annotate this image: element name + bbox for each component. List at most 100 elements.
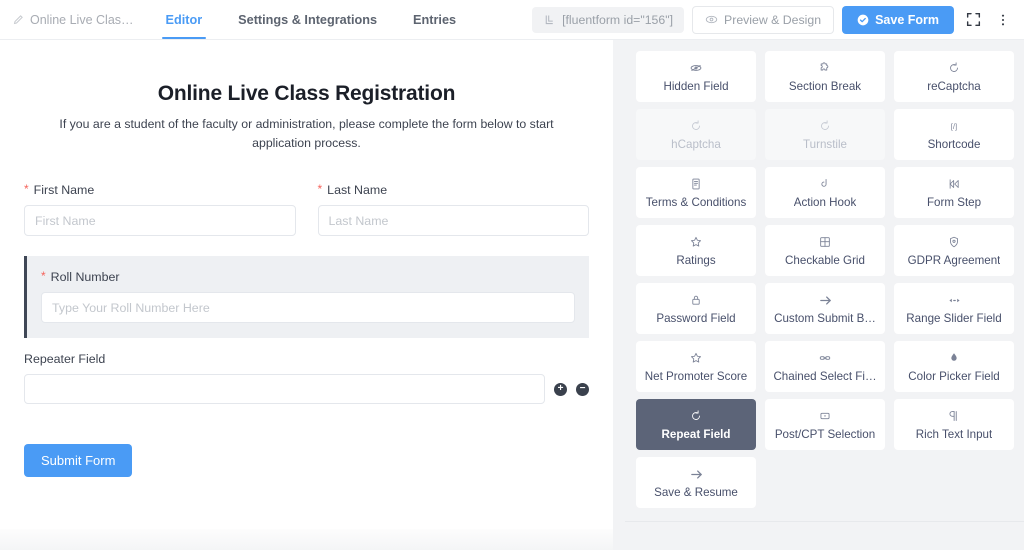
roll-number-label: Roll Number	[51, 270, 120, 284]
field-card-label: Net Promoter Score	[645, 370, 747, 383]
tab-editor-label: Editor	[166, 13, 203, 27]
expand-icon[interactable]	[962, 7, 984, 33]
field-card-label: Rich Text Input	[916, 428, 992, 441]
shield-icon	[947, 235, 961, 250]
field-card-label: hCaptcha	[671, 138, 721, 151]
repeater-field-block[interactable]: Repeater Field + −	[24, 352, 589, 404]
field-card-label: Color Picker Field	[908, 370, 1000, 383]
field-card-label: Password Field	[656, 312, 735, 325]
roll-number-field-block[interactable]: * Roll Number Type Your Roll Number Here	[24, 256, 589, 338]
refresh-icon	[947, 61, 961, 76]
refresh-icon	[818, 119, 832, 134]
field-card-rich-text-input[interactable]: Rich Text Input	[894, 399, 1014, 450]
field-card-recaptcha[interactable]: reCaptcha	[894, 51, 1014, 102]
repeater-input[interactable]	[24, 374, 545, 404]
svg-text:[/]: [/]	[951, 122, 957, 131]
slider-icon	[947, 293, 962, 308]
field-card-repeat-field[interactable]: Repeat Field	[636, 399, 756, 450]
tab-entries[interactable]: Entries	[395, 0, 474, 39]
tab-entries-label: Entries	[413, 13, 456, 27]
required-marker: *	[24, 183, 29, 197]
plus-circle-icon[interactable]: +	[554, 383, 567, 396]
star-icon	[689, 351, 703, 366]
field-card-shortcode[interactable]: [/] Shortcode	[894, 109, 1014, 160]
top-bar: Online Live Clas… Editor Settings & Inte…	[0, 0, 1024, 40]
field-card-label: Action Hook	[794, 196, 857, 209]
last-name-input[interactable]: Last Name	[318, 205, 590, 236]
field-card-hcaptcha: hCaptcha	[636, 109, 756, 160]
required-marker: *	[41, 270, 46, 284]
field-card-terms-conditions[interactable]: Terms & Conditions	[636, 167, 756, 218]
field-card-turnstile: Turnstile	[765, 109, 885, 160]
shortcode-text: [fluentform id="156"]	[562, 13, 673, 27]
hook-icon	[818, 177, 832, 192]
preview-design-button[interactable]: Preview & Design	[692, 6, 834, 34]
arrow-right-icon	[818, 293, 833, 308]
required-marker: *	[318, 183, 323, 197]
droplet-icon	[947, 351, 961, 366]
first-name-label: First Name	[34, 183, 95, 197]
pencil-icon	[12, 14, 24, 26]
puzzle-icon	[818, 61, 832, 76]
form-preview-canvas: Online Live Class Registration If you ar…	[0, 40, 613, 529]
form-name-text: Online Live Clas…	[30, 13, 134, 27]
check-circle-icon	[857, 14, 869, 26]
field-card-action-hook[interactable]: Action Hook	[765, 167, 885, 218]
field-card-label: Checkable Grid	[785, 254, 865, 267]
field-card-label: Section Break	[789, 80, 861, 93]
field-card-post-cpt-selection[interactable]: Post/CPT Selection	[765, 399, 885, 450]
field-card-label: Chained Select Fi…	[773, 370, 876, 383]
first-name-label-row: * First Name	[24, 183, 296, 197]
field-card-checkable-grid[interactable]: Checkable Grid	[765, 225, 885, 276]
paragraph-icon	[947, 409, 961, 424]
name-fields-row: * First Name First Name * Last Name Last…	[24, 183, 589, 236]
field-card-label: Shortcode	[928, 138, 981, 151]
first-name-input[interactable]: First Name	[24, 205, 296, 236]
steps-icon	[947, 177, 961, 192]
field-card-label: Repeat Field	[662, 428, 731, 441]
roll-number-input[interactable]: Type Your Roll Number Here	[41, 292, 575, 323]
field-card-chained-select-fi[interactable]: Chained Select Fi…	[765, 341, 885, 392]
tab-settings-integrations[interactable]: Settings & Integrations	[220, 0, 395, 39]
field-card-form-step[interactable]: Form Step	[894, 167, 1014, 218]
field-card-custom-submit-b[interactable]: Custom Submit B…	[765, 283, 885, 334]
last-name-field-block[interactable]: * Last Name Last Name	[318, 183, 590, 236]
tab-editor[interactable]: Editor	[148, 0, 221, 39]
field-card-section-break[interactable]: Section Break	[765, 51, 885, 102]
more-vertical-icon[interactable]	[992, 7, 1014, 33]
field-card-range-slider-field[interactable]: Range Slider Field	[894, 283, 1014, 334]
repeater-label-row: Repeater Field	[24, 352, 589, 366]
document-icon	[689, 177, 703, 192]
panel-gutter	[613, 40, 625, 550]
page-title: Online Live Class Registration	[24, 82, 589, 106]
main-tabs: Editor Settings & Integrations Entries	[148, 0, 475, 39]
field-card-hidden-field[interactable]: Hidden Field	[636, 51, 756, 102]
form-description: If you are a student of the faculty or a…	[52, 115, 562, 153]
field-card-color-picker-field[interactable]: Color Picker Field	[894, 341, 1014, 392]
first-name-field-block[interactable]: * First Name First Name	[24, 183, 296, 236]
save-form-button[interactable]: Save Form	[842, 6, 954, 34]
field-card-password-field[interactable]: Password Field	[636, 283, 756, 334]
star-icon	[689, 235, 703, 250]
canvas-bottom-shadow	[0, 529, 613, 550]
field-card-net-promoter-score[interactable]: Net Promoter Score	[636, 341, 756, 392]
field-card-label: Hidden Field	[663, 80, 728, 93]
form-name-editor[interactable]: Online Live Clas…	[0, 0, 148, 39]
shortcode-icon	[543, 13, 556, 26]
submit-form-button[interactable]: Submit Form	[24, 444, 132, 477]
field-library-grid: Hidden Field Section Break reCaptcha hCaptc…	[636, 51, 1014, 508]
field-card-save-resume[interactable]: Save & Resume	[636, 457, 756, 508]
field-card-label: GDPR Agreement	[908, 254, 1001, 267]
form-shortcode-field[interactable]: [fluentform id="156"]	[532, 7, 684, 33]
field-card-label: Turnstile	[803, 138, 847, 151]
field-library-panel: Hidden Field Section Break reCaptcha hCaptc…	[625, 40, 1024, 521]
field-card-ratings[interactable]: Ratings	[636, 225, 756, 276]
field-card-label: Range Slider Field	[906, 312, 1001, 325]
tab-settings-label: Settings & Integrations	[238, 13, 377, 27]
field-card-label: Custom Submit B…	[774, 312, 876, 325]
lock-icon	[689, 293, 703, 308]
field-card-gdpr-agreement[interactable]: GDPR Agreement	[894, 225, 1014, 276]
brackets-slash-icon: [/]	[947, 119, 961, 134]
minus-circle-icon[interactable]: −	[576, 383, 589, 396]
select-box-icon	[818, 409, 832, 424]
